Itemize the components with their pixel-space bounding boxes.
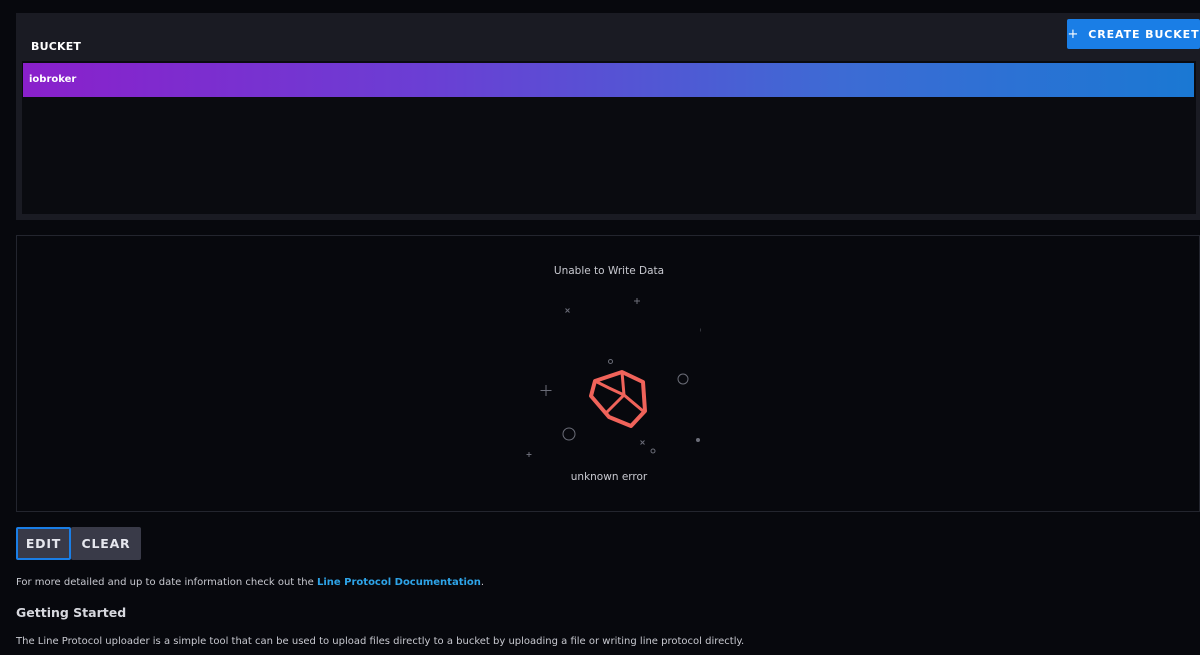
clear-button[interactable]: CLEAR [71,527,141,560]
info-suffix: . [480,577,485,588]
bucket-item-label: iobroker [29,74,77,85]
edit-button[interactable]: EDIT [16,527,71,560]
info-prefix: For more detailed and up to date informa… [16,577,317,588]
bucket-item-iobroker[interactable]: iobroker [23,63,1194,97]
error-message: unknown error [570,471,648,483]
getting-started-heading: Getting Started [16,605,127,620]
write-data-panel: Unable to Write Data unknown error [16,235,1200,512]
broken-cube-icon [526,298,701,457]
getting-started-description: The Line Protocol uploader is a simple t… [16,636,745,647]
bucket-panel: BUCKET + CREATE BUCKET iobroker [16,13,1200,220]
write-status-title: Unable to Write Data [553,265,665,277]
create-bucket-button[interactable]: + CREATE BUCKET [1067,19,1200,49]
bucket-list: iobroker [22,61,1196,214]
documentation-info: For more detailed and up to date informa… [16,577,484,588]
line-protocol-docs-link[interactable]: Line Protocol Documentation [317,577,481,588]
plus-icon: + [1067,26,1080,42]
bucket-header-label: BUCKET [31,40,82,53]
create-bucket-label: CREATE BUCKET [1088,27,1200,41]
